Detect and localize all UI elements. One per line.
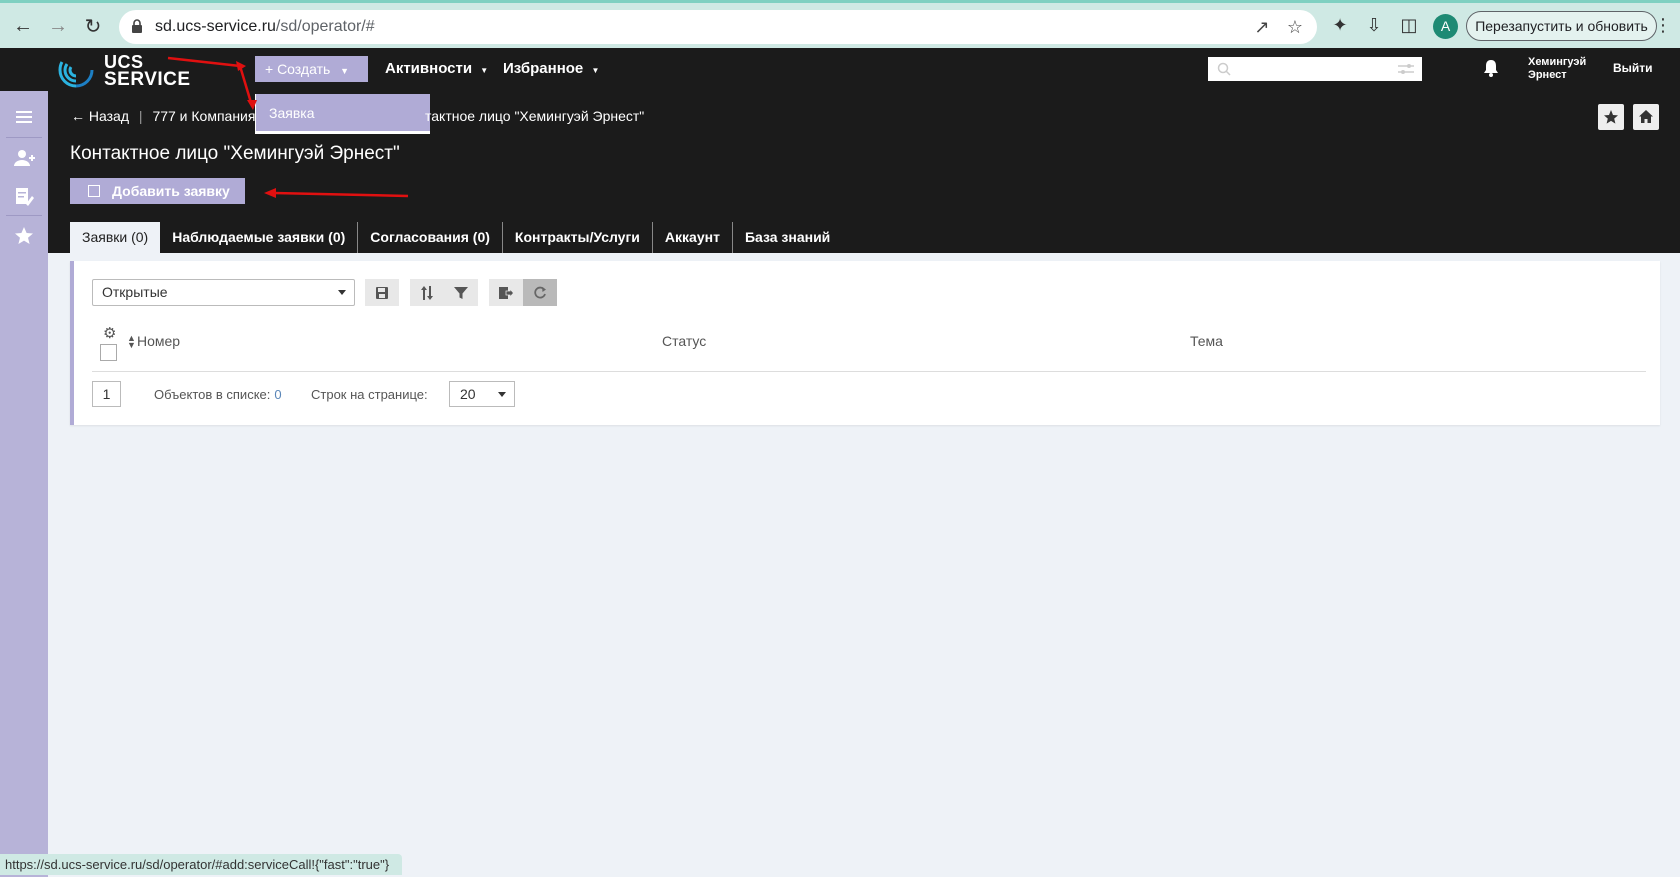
- reload-icon[interactable]: ↻: [80, 13, 106, 39]
- bookmark-star-icon[interactable]: ☆: [1285, 17, 1305, 37]
- gear-icon[interactable]: ⚙: [103, 324, 116, 342]
- breadcrumb-current: тактное лицо "Хемингуэй Эрнест": [425, 108, 645, 124]
- back-arrow-icon[interactable]: ←: [10, 13, 36, 39]
- create-button[interactable]: + Создать ▼: [255, 56, 368, 82]
- status-bar-url: https://sd.ucs-service.ru/sd/operator/#a…: [0, 854, 402, 875]
- tab-tickets[interactable]: Заявки (0): [70, 222, 161, 253]
- filter-button[interactable]: [444, 279, 478, 306]
- chevron-down-icon: ▼: [480, 66, 489, 75]
- user-name[interactable]: Хемингуэй Эрнест: [1528, 56, 1586, 82]
- sort-icon: [421, 285, 433, 300]
- checkbox-icon: [88, 185, 100, 197]
- search-input[interactable]: [1208, 57, 1422, 81]
- create-dropdown-menu: Заявка: [255, 94, 430, 134]
- menu-activities-label: Активности: [385, 60, 473, 77]
- sidebar-divider: [6, 137, 42, 138]
- select-all-checkbox[interactable]: [100, 344, 117, 361]
- side-panel-icon[interactable]: ◫: [1398, 15, 1420, 37]
- left-sidebar: [0, 91, 48, 877]
- add-contact-icon[interactable]: [12, 146, 36, 170]
- sort-arrows-icon[interactable]: ▲ ▼: [127, 334, 136, 350]
- chevron-down-icon: ▼: [340, 66, 350, 76]
- logo-text-bottom: SERVICE: [104, 69, 191, 90]
- browser-toolbar: ← → ↻ sd.ucs-service.ru/sd/operator/# ↗ …: [0, 0, 1680, 48]
- ucs-service-logo[interactable]: UCS SERVICE: [54, 50, 190, 90]
- download-icon[interactable]: ⇩: [1363, 15, 1385, 37]
- page-number-input[interactable]: 1: [92, 381, 121, 407]
- edit-document-icon[interactable]: [12, 184, 36, 208]
- tab-account[interactable]: Аккаунт: [651, 222, 732, 253]
- menu-favorites[interactable]: Избранное ▼: [503, 60, 599, 77]
- lock-icon: [132, 19, 142, 33]
- restart-update-button[interactable]: Перезапустить и обновить: [1466, 11, 1657, 41]
- menu-item-ticket[interactable]: Заявка: [269, 105, 314, 121]
- logout-link[interactable]: Выйти: [1613, 61, 1653, 75]
- table-divider: [92, 371, 1646, 372]
- home-button[interactable]: [1633, 104, 1659, 130]
- forward-arrow-icon[interactable]: →: [45, 13, 71, 39]
- rows-per-page-value: 20: [460, 386, 476, 402]
- menu-activities[interactable]: Активности ▼: [385, 60, 488, 77]
- export-button[interactable]: [489, 279, 523, 306]
- add-ticket-button[interactable]: Добавить заявку: [70, 178, 245, 204]
- chevron-down-icon: [338, 290, 346, 295]
- home-icon: [1639, 110, 1653, 123]
- breadcrumb-company-link[interactable]: 777 и Компания: [152, 108, 255, 124]
- filter-select-value: Открытые: [102, 284, 168, 300]
- rows-per-page-label: Строк на странице:: [311, 387, 428, 402]
- logo-mark-icon: [58, 61, 94, 88]
- add-ticket-label: Добавить заявку: [112, 183, 230, 199]
- favorite-star-button[interactable]: [1598, 104, 1624, 130]
- refresh-icon: [534, 286, 546, 298]
- tab-bar: Заявки (0) Наблюдаемые заявки (0) Соглас…: [70, 222, 842, 253]
- address-bar[interactable]: sd.ucs-service.ru/sd/operator/# ↗ ☆: [119, 10, 1317, 44]
- export-icon: [499, 286, 514, 299]
- breadcrumb: ← Назад | 777 и Компания: [71, 108, 255, 124]
- save-icon: [376, 286, 388, 299]
- profile-avatar[interactable]: A: [1433, 14, 1458, 39]
- chevron-down-icon: [498, 392, 506, 397]
- refresh-button[interactable]: [523, 279, 557, 306]
- share-icon[interactable]: ↗: [1252, 17, 1272, 37]
- star-favorites-icon[interactable]: [12, 224, 36, 248]
- page-title: Контактное лицо "Хемингуэй Эрнест": [70, 143, 400, 164]
- tab-contracts-services[interactable]: Контракты/Услуги: [501, 222, 652, 253]
- save-filter-button[interactable]: [365, 279, 399, 306]
- star-icon: [1604, 110, 1618, 124]
- breadcrumb-separator: |: [138, 108, 143, 124]
- funnel-icon: [454, 286, 468, 299]
- chevron-down-icon: ▼: [591, 66, 600, 75]
- search-icon: [1217, 62, 1231, 76]
- column-header-status[interactable]: Статус: [662, 333, 706, 349]
- object-count-value: 0: [274, 387, 282, 402]
- hamburger-menu-icon[interactable]: [12, 105, 36, 129]
- url-text: sd.ucs-service.ru/sd/operator/#: [155, 18, 375, 35]
- back-link[interactable]: ← Назад: [71, 108, 129, 124]
- tickets-list-panel: Открытые ⚙ ▲ ▼ Номер Статус Тема 1 Объект…: [70, 261, 1660, 425]
- tab-watched-tickets[interactable]: Наблюдаемые заявки (0): [160, 222, 357, 253]
- bell-icon[interactable]: [1482, 58, 1500, 78]
- user-name-line2: Эрнест: [1528, 69, 1567, 81]
- filter-select[interactable]: Открытые: [92, 279, 355, 306]
- extensions-puzzle-icon[interactable]: ✦: [1329, 15, 1351, 37]
- user-name-line1: Хемингуэй: [1528, 56, 1587, 68]
- rows-per-page-select[interactable]: 20: [449, 381, 515, 407]
- tab-approvals[interactable]: Согласования (0): [357, 222, 502, 253]
- object-count-label: Объектов в списке:: [154, 387, 271, 402]
- filter-settings-icon[interactable]: [1398, 63, 1414, 75]
- tab-knowledge-base[interactable]: База знаний: [731, 222, 842, 253]
- object-count: Объектов в списке: 0: [154, 387, 282, 402]
- browser-menu-icon[interactable]: ⋮: [1654, 15, 1672, 36]
- column-header-number[interactable]: Номер: [137, 333, 180, 349]
- sidebar-divider: [6, 215, 42, 216]
- column-header-subject[interactable]: Тема: [1190, 333, 1223, 349]
- sort-button[interactable]: [410, 279, 444, 306]
- create-label: + Создать: [265, 61, 331, 77]
- menu-favorites-label: Избранное: [503, 60, 584, 77]
